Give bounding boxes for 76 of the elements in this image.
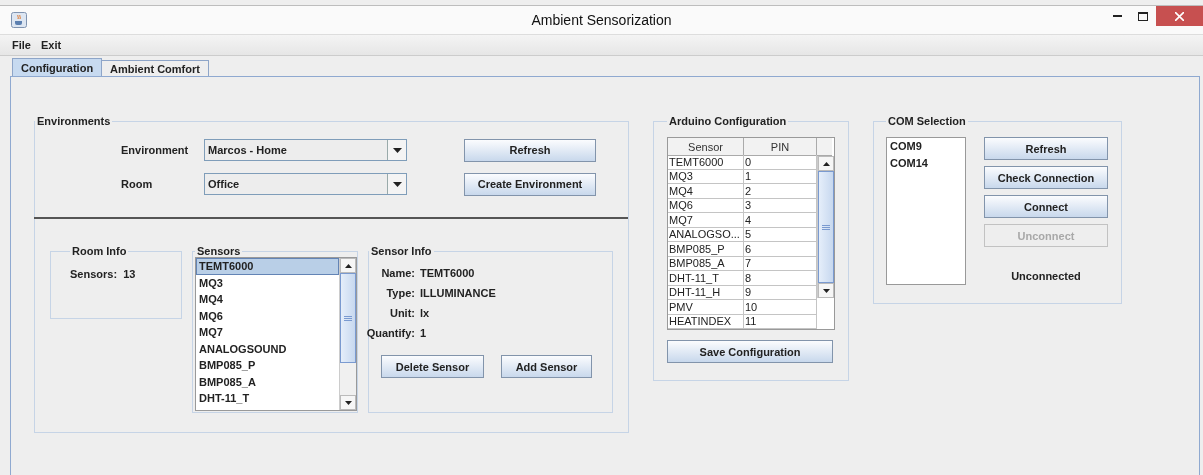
table-cell: MQ6	[668, 198, 744, 213]
group-title: Room Info	[71, 245, 128, 257]
action-button[interactable]: Connect	[984, 195, 1108, 218]
column-header[interactable]: Sensor	[668, 138, 744, 156]
action-button[interactable]: Check Connection	[984, 166, 1108, 189]
list-item[interactable]: DHT-11_T	[196, 390, 339, 407]
tab[interactable]: Ambient Comfort	[101, 60, 209, 76]
grip-icon[interactable]	[344, 315, 352, 321]
table-cell: ANALOGSO...	[668, 227, 744, 242]
scroll-up-icon[interactable]	[822, 161, 830, 166]
group-title: COM Selection	[887, 115, 967, 127]
table-cell: MQ4	[668, 184, 744, 199]
info-value: lx	[420, 307, 431, 319]
close-button[interactable]	[1156, 6, 1203, 26]
dropdown-arrow-icon	[392, 147, 402, 153]
scrollbar[interactable]	[339, 258, 356, 410]
table-cell: HEATINDEX	[668, 314, 744, 329]
group-title: Environments	[36, 115, 112, 127]
info-label: Type:	[385, 287, 415, 299]
info-label: Quantify:	[365, 327, 415, 339]
table-cell: 11	[744, 314, 817, 329]
action-button[interactable]: Add Sensor	[501, 355, 592, 378]
dropdown[interactable]: Marcos - Home	[204, 139, 407, 161]
table-cell: BMP085_P	[668, 242, 744, 257]
scrollbar[interactable]	[817, 156, 834, 298]
action-button[interactable]: Refresh	[984, 137, 1108, 160]
action-button[interactable]: Create Environment	[464, 172, 596, 196]
window-title: Ambient Sensorization	[531, 12, 672, 28]
table-cell: BMP085_A	[668, 256, 744, 271]
list-item[interactable]: MQ3	[196, 274, 339, 291]
info-label: Name:	[380, 267, 415, 279]
list-item[interactable]: MQ4	[196, 291, 339, 308]
list-item[interactable]: BMP085_P	[196, 357, 339, 374]
list-item[interactable]: MQ6	[196, 307, 339, 324]
list-item[interactable]: COM14	[887, 154, 965, 171]
action-button[interactable]: Delete Sensor	[381, 355, 484, 378]
save-configuration-button[interactable]: Save Configuration	[667, 340, 833, 363]
table-cell: DHT-11_H	[668, 285, 744, 300]
maximize-icon[interactable]	[1138, 11, 1148, 21]
sensor-count: Sensors: 13	[70, 268, 136, 280]
menu-item[interactable]: Exit	[40, 39, 62, 51]
table-cell: MQ7	[668, 213, 744, 228]
group-title: Sensors	[196, 245, 242, 257]
column-header[interactable]: PIN	[744, 138, 817, 156]
coffee-cup-icon	[11, 12, 27, 28]
grip-icon[interactable]	[822, 224, 830, 230]
dropdown-arrow-icon	[392, 181, 402, 187]
info-value: ILLUMINANCE	[420, 287, 497, 299]
scroll-up-icon[interactable]	[344, 263, 352, 268]
action-button[interactable]: Refresh	[464, 138, 596, 162]
field-label: Environment	[121, 144, 190, 156]
group-title: Sensor Info	[370, 245, 433, 257]
table-header-corner	[817, 138, 832, 156]
group-title: Arduino Configuration	[668, 115, 788, 127]
close-icon[interactable]	[1175, 11, 1184, 21]
list-item[interactable]: TEMT6000	[196, 258, 339, 275]
table-cell: DHT-11_T	[668, 271, 744, 286]
list-item[interactable]: BMP085_A	[196, 373, 339, 390]
table-cell: PMV	[668, 300, 744, 315]
scroll-down-icon[interactable]	[822, 288, 830, 293]
scroll-down-icon[interactable]	[344, 400, 352, 405]
list-item[interactable]: COM9	[887, 138, 965, 155]
table-cell: TEMT6000	[668, 155, 744, 170]
connection-status: Unconnected	[1010, 270, 1082, 282]
minimize-icon[interactable]	[1112, 15, 1122, 17]
list-item[interactable]: ANALOGSOUND	[196, 340, 339, 357]
info-label: Unit:	[388, 307, 415, 319]
info-value: 1	[420, 327, 428, 339]
table-cell: 10	[744, 300, 817, 315]
tab[interactable]: Configuration	[12, 58, 103, 76]
table-cell: MQ3	[668, 169, 744, 184]
info-value: TEMT6000	[420, 267, 476, 279]
dropdown[interactable]: Office	[204, 173, 407, 195]
menu-item[interactable]: File	[12, 39, 31, 51]
list-item[interactable]: MQ7	[196, 324, 339, 341]
field-label: Room	[121, 178, 154, 190]
